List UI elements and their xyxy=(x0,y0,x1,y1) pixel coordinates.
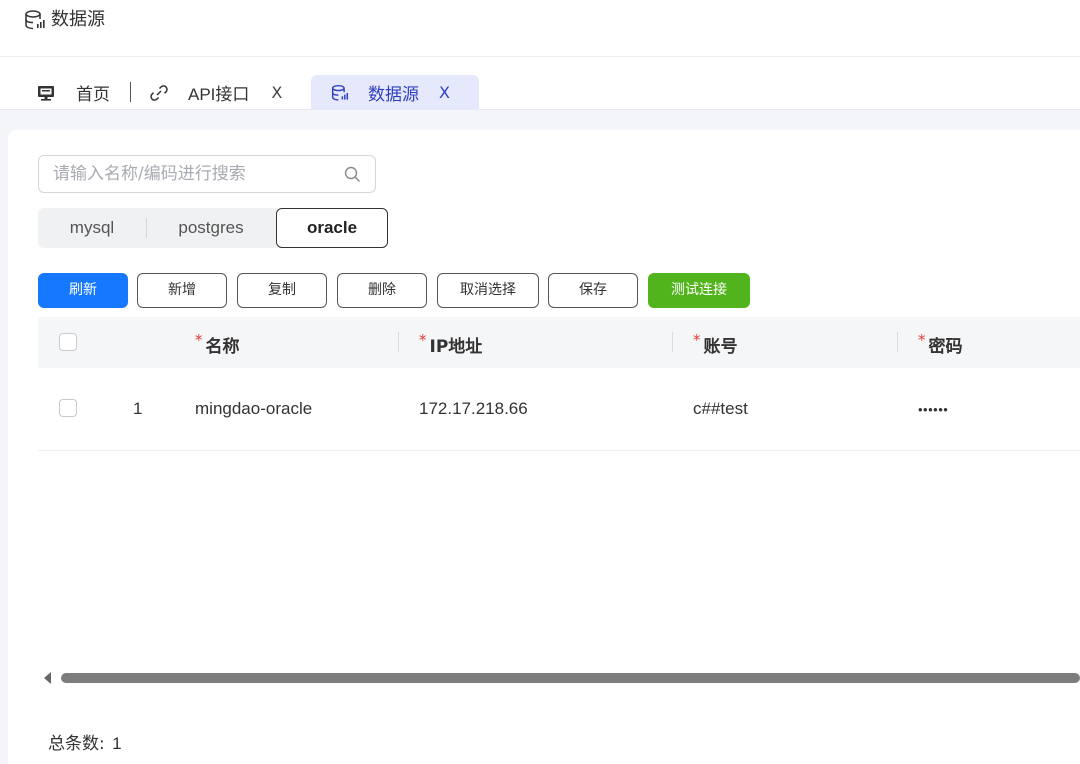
total-count-value: 1 xyxy=(112,734,122,753)
db-type-oracle[interactable]: oracle xyxy=(276,208,388,248)
required-mark: * xyxy=(195,331,203,349)
db-type-postgres[interactable]: postgres xyxy=(147,208,275,248)
refresh-button[interactable]: 刷新 xyxy=(38,273,128,308)
column-header-ip[interactable]: * IP地址 xyxy=(419,331,483,357)
monitor-icon xyxy=(38,85,54,101)
tab-datasource[interactable]: 数据源 X xyxy=(311,75,479,110)
page-title: 数据源 xyxy=(51,9,105,30)
cell-name[interactable]: mingdao-oracle xyxy=(195,399,312,419)
save-button[interactable]: 保存 xyxy=(548,273,638,308)
add-button[interactable]: 新增 xyxy=(137,273,227,308)
required-mark: * xyxy=(693,331,701,349)
column-header-password-label: 密码 xyxy=(928,337,963,357)
delete-button[interactable]: 删除 xyxy=(337,273,427,308)
column-resizer[interactable] xyxy=(398,332,399,352)
database-icon xyxy=(331,84,349,101)
cell-password[interactable]: •••••• xyxy=(918,402,948,417)
tab-api[interactable]: API接口 X xyxy=(150,75,282,110)
link-icon xyxy=(150,84,168,101)
tab-home-label: 首页 xyxy=(76,85,110,105)
column-header-account[interactable]: * 账号 xyxy=(693,331,738,357)
cell-account[interactable]: c##test xyxy=(693,399,748,419)
column-header-account-label: 账号 xyxy=(703,337,738,357)
column-header-name-label: 名称 xyxy=(205,337,240,357)
tab-api-label: API接口 xyxy=(188,85,250,104)
tab-api-close-icon[interactable]: X xyxy=(271,83,282,102)
select-all-checkbox[interactable] xyxy=(59,333,77,351)
column-resizer[interactable] xyxy=(897,332,898,352)
database-icon xyxy=(25,10,45,30)
required-mark: * xyxy=(918,331,926,349)
horizontal-scrollbar-thumb[interactable] xyxy=(61,673,1080,683)
row-index: 1 xyxy=(133,399,143,418)
deselect-button[interactable]: 取消选择 xyxy=(437,273,539,308)
column-header-name[interactable]: * 名称 xyxy=(195,331,240,357)
tab-home[interactable]: 首页 xyxy=(36,75,110,110)
tab-separator xyxy=(130,82,131,102)
scroll-left-arrow-icon[interactable] xyxy=(44,672,51,684)
tab-datasource-label: 数据源 xyxy=(368,85,419,105)
column-header-password[interactable]: * 密码 xyxy=(918,331,963,357)
required-mark: * xyxy=(419,331,427,349)
cell-ip[interactable]: 172.17.218.66 xyxy=(419,399,528,419)
search-box xyxy=(38,155,376,193)
total-count: 总条数: 1 xyxy=(48,729,122,754)
test-connection-button[interactable]: 测试连接 xyxy=(648,273,750,308)
db-type-mysql[interactable]: mysql xyxy=(38,208,146,248)
search-input[interactable] xyxy=(53,163,323,185)
column-resizer[interactable] xyxy=(672,332,673,352)
column-header-ip-label: IP地址 xyxy=(429,337,483,357)
copy-button[interactable]: 复制 xyxy=(237,273,327,308)
page-header: 数据源 xyxy=(0,0,1080,57)
tab-datasource-close-icon[interactable]: X xyxy=(439,83,450,102)
search-icon[interactable] xyxy=(344,166,361,183)
total-count-label: 总条数: xyxy=(48,734,105,754)
row-checkbox[interactable] xyxy=(59,399,77,417)
row-divider xyxy=(38,450,1080,451)
